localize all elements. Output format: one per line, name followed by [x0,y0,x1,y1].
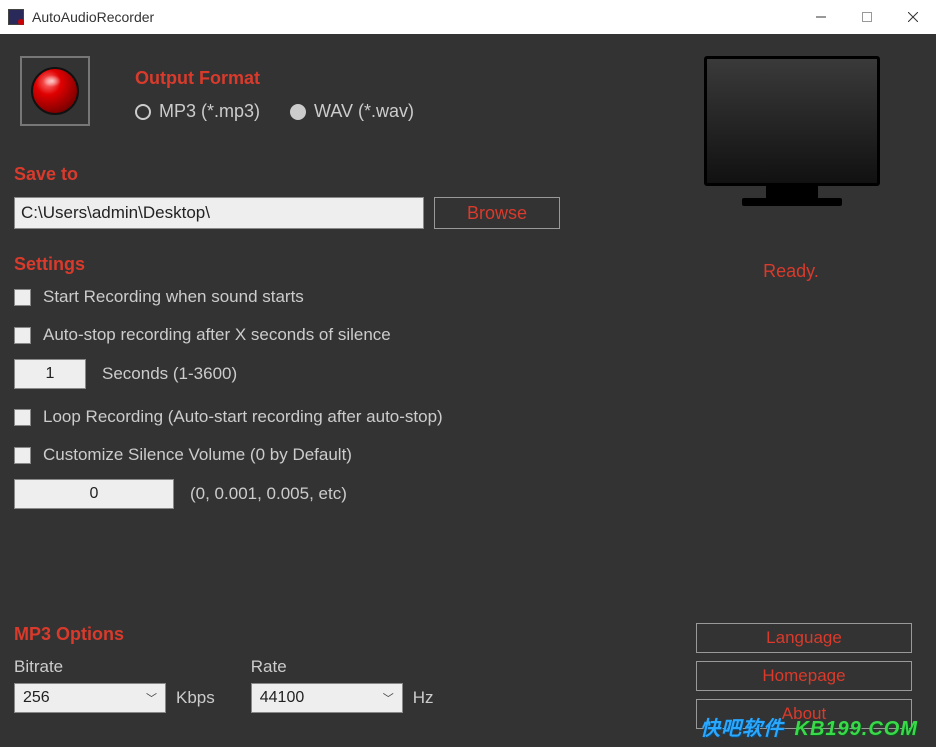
monitor-base [742,198,842,206]
checkbox-label: Loop Recording (Auto-start recording aft… [43,407,443,427]
app-icon [8,9,24,25]
radio-icon [135,104,151,120]
language-button[interactable]: Language [696,623,912,653]
mp3-options-heading: MP3 Options [14,624,434,645]
mp3-options-section: MP3 Options Bitrate 256 ﹀ Kbps Rate 4410… [14,624,434,713]
settings-section: Settings Start Recording when sound star… [14,254,443,527]
checkbox-label: Auto-stop recording after X seconds of s… [43,325,391,345]
silence-hint: (0, 0.001, 0.005, etc) [190,484,347,504]
silence-volume-input[interactable] [14,479,174,509]
record-button[interactable] [20,56,90,126]
radio-label: WAV (*.wav) [314,101,414,122]
output-format-section: Output Format MP3 (*.mp3) WAV (*.wav) [135,68,414,122]
rate-select[interactable]: 44100 ﹀ [251,683,403,713]
output-format-options: MP3 (*.mp3) WAV (*.wav) [135,101,414,122]
checkbox-auto-stop[interactable] [14,327,31,344]
chevron-down-icon: ﹀ [383,690,394,706]
bitrate-value: 256 [23,689,50,707]
radio-mp3[interactable]: MP3 (*.mp3) [135,101,260,122]
radio-wav[interactable]: WAV (*.wav) [290,101,414,122]
bitrate-unit: Kbps [176,688,215,708]
bitrate-select[interactable]: 256 ﹀ [14,683,166,713]
record-icon [31,67,79,115]
settings-heading: Settings [14,254,443,275]
save-to-heading: Save to [14,164,560,185]
titlebar: AutoAudioRecorder [0,0,936,34]
checkbox-customize-silence[interactable] [14,447,31,464]
rate-value: 44100 [260,689,305,707]
minimize-button[interactable] [798,0,844,34]
save-path-input[interactable] [14,197,424,229]
radio-icon [290,104,306,120]
checkbox-label: Customize Silence Volume (0 by Default) [43,445,352,465]
save-to-section: Save to Browse [14,164,560,229]
homepage-button[interactable]: Homepage [696,661,912,691]
browse-button[interactable]: Browse [434,197,560,229]
checkbox-loop-recording[interactable] [14,409,31,426]
output-format-heading: Output Format [135,68,414,89]
rate-unit: Hz [413,688,434,708]
bitrate-label: Bitrate [14,657,215,677]
side-buttons: Language Homepage About [696,623,912,729]
rate-label: Rate [251,657,434,677]
seconds-label: Seconds (1-3600) [102,364,237,384]
close-button[interactable] [890,0,936,34]
status-text: Ready. [686,261,896,282]
about-button[interactable]: About [696,699,912,729]
app-body: Output Format MP3 (*.mp3) WAV (*.wav) Sa… [0,34,936,747]
window-title: AutoAudioRecorder [32,9,154,25]
radio-label: MP3 (*.mp3) [159,101,260,122]
seconds-input[interactable] [14,359,86,389]
chevron-down-icon: ﹀ [146,690,157,706]
checkbox-label: Start Recording when sound starts [43,287,304,307]
monitor-preview [704,56,880,186]
maximize-button[interactable] [844,0,890,34]
checkbox-start-when-sound[interactable] [14,289,31,306]
window-controls [798,0,936,34]
